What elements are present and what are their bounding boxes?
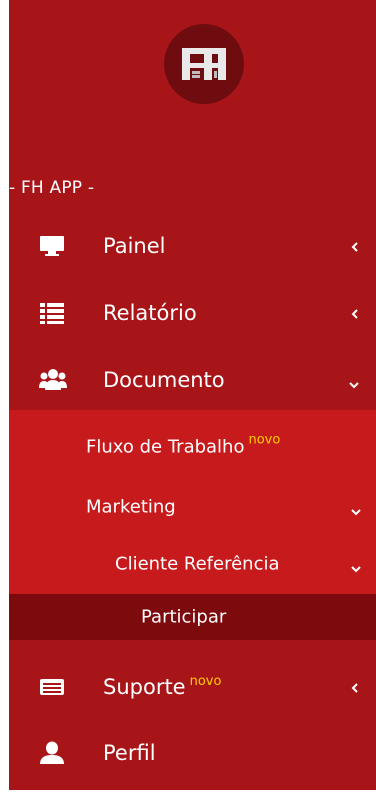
submenu-item-participar[interactable]: Participar (9, 594, 376, 640)
card-icon (39, 675, 65, 699)
menu-item-relatorio[interactable]: Relatório (9, 283, 376, 343)
chevron-down-icon (350, 502, 362, 516)
app-logo[interactable] (164, 24, 244, 104)
menu-label-painel: Painel (103, 234, 166, 258)
menu-label-suporte: Suporte (103, 675, 186, 699)
submenu-label-fluxo: Fluxo de Trabalho (86, 436, 245, 458)
submenu-item-marketing[interactable]: Marketing (9, 484, 376, 530)
submenu-label-marketing: Marketing (86, 496, 176, 518)
submenu-label-cliente: Cliente Referência (115, 553, 280, 575)
menu-item-perfil[interactable]: Perfil (9, 723, 376, 783)
sidebar: - FH APP - Painel Relatório Documento Fl… (9, 0, 376, 790)
chevron-left-icon (350, 239, 360, 253)
menu-label-documento: Documento (103, 368, 225, 392)
monitor-icon (39, 234, 65, 258)
menu-label-perfil: Perfil (103, 741, 156, 765)
chevron-down-icon (348, 375, 360, 389)
list-icon (39, 301, 65, 325)
menu-item-painel[interactable]: Painel (9, 216, 376, 276)
users-icon (39, 368, 67, 392)
submenu-item-cliente-referencia[interactable]: Cliente Referência (9, 541, 376, 587)
user-icon (39, 741, 65, 765)
chevron-left-icon (350, 306, 360, 320)
logo-area (9, 24, 376, 104)
new-badge: novo (248, 432, 281, 448)
menu-item-suporte[interactable]: Suporte novo (9, 657, 376, 717)
submenu-item-fluxo[interactable]: Fluxo de Trabalho novo (9, 424, 376, 470)
logo-mark (182, 48, 226, 80)
chevron-left-icon (350, 680, 360, 694)
menu-label-relatorio: Relatório (103, 301, 197, 325)
menu-item-documento[interactable]: Documento (9, 350, 376, 410)
chevron-down-icon (350, 559, 362, 573)
app-section-header: - FH APP - (9, 178, 95, 198)
new-badge: novo (189, 674, 222, 689)
submenu-label-participar: Participar (141, 606, 227, 628)
documento-submenu: Fluxo de Trabalho novo Marketing Cliente … (9, 410, 376, 640)
